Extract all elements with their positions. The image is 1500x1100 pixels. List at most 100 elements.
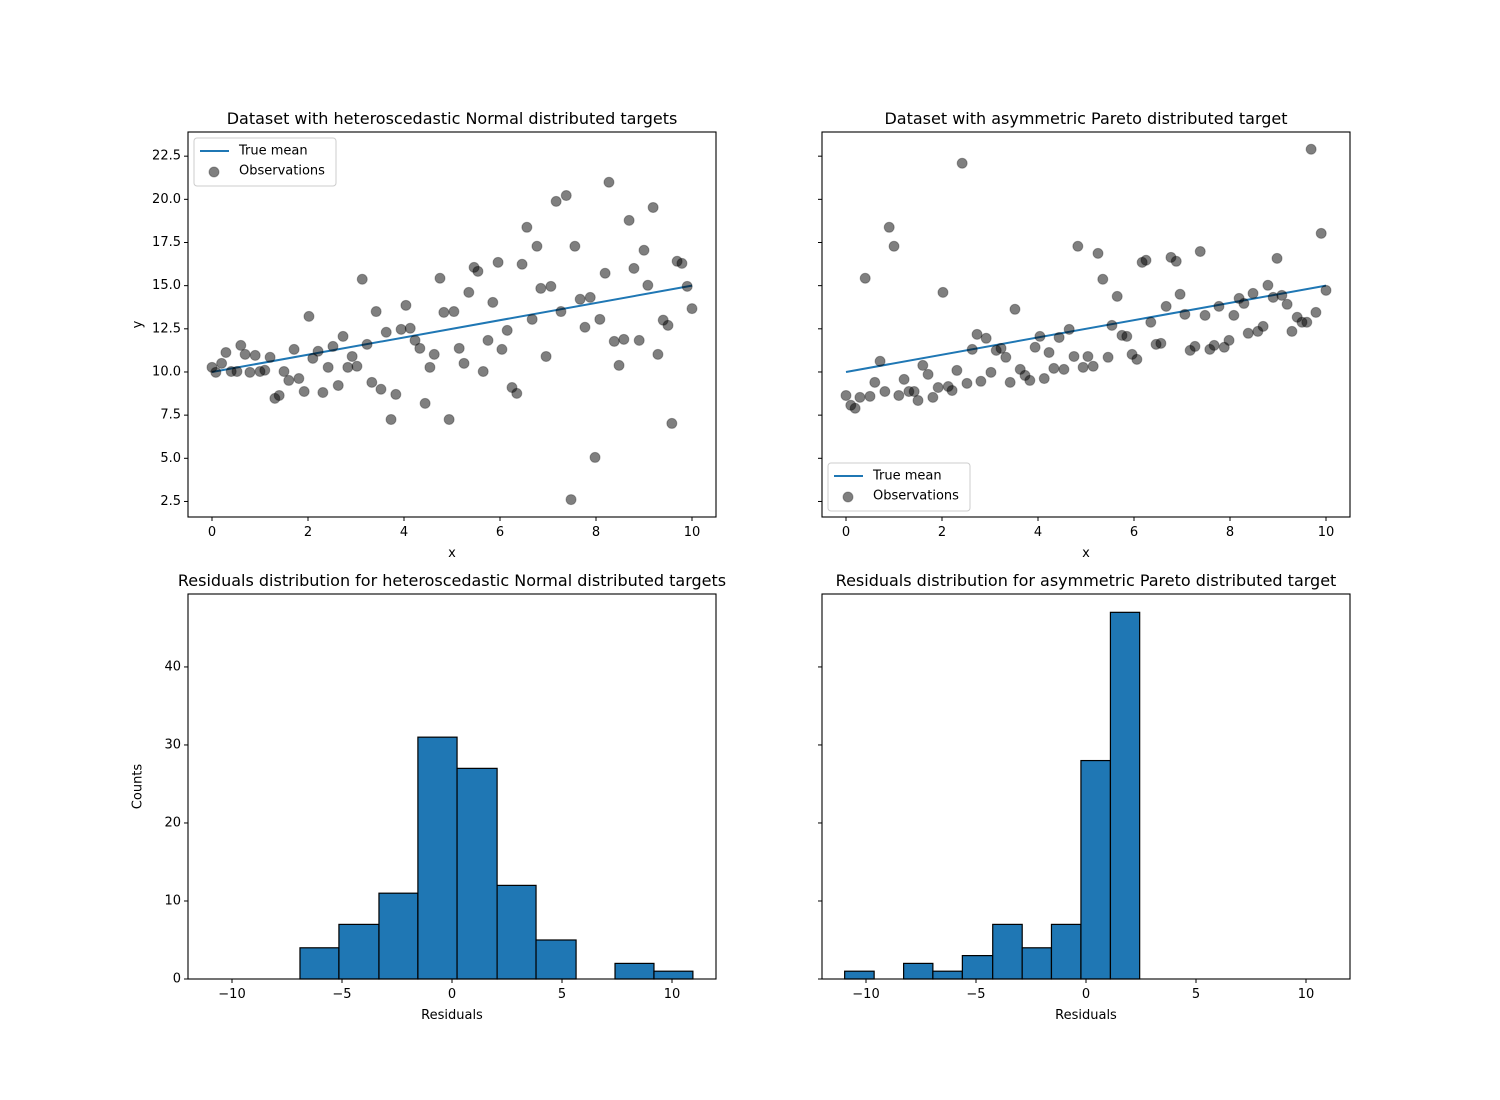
observation-point xyxy=(569,240,581,252)
observation-point xyxy=(1029,341,1041,353)
histogram-bar xyxy=(844,970,875,980)
observation-point xyxy=(312,345,324,357)
observation-point xyxy=(888,240,900,252)
observation-point xyxy=(633,334,645,346)
observation-point xyxy=(579,321,591,333)
observation-point xyxy=(1310,306,1322,318)
observation-point xyxy=(400,299,412,311)
observation-point xyxy=(322,361,334,373)
observation-point xyxy=(628,262,640,274)
observation-point xyxy=(220,346,232,358)
observation-point xyxy=(337,330,349,342)
y-tick-label: 10 xyxy=(164,893,181,908)
x-tick-label: 8 xyxy=(592,525,600,540)
observation-point xyxy=(608,335,620,347)
observation-point xyxy=(235,339,247,351)
observation-point xyxy=(1145,316,1157,328)
observation-point xyxy=(303,310,315,322)
observation-point xyxy=(966,343,978,355)
legend-entry-observations: Observations xyxy=(239,164,325,179)
observation-point xyxy=(849,402,861,414)
observation-point xyxy=(1155,337,1167,349)
histogram-bar xyxy=(456,767,498,980)
observation-point xyxy=(883,221,895,233)
x-tick-label: −5 xyxy=(966,987,985,1002)
x-tick-label: 0 xyxy=(208,525,216,540)
panel-title: Dataset with heteroscedastic Normal dist… xyxy=(227,109,678,128)
observation-point xyxy=(594,313,606,325)
x-tick-label: 4 xyxy=(1034,525,1042,540)
panel-title: Residuals distribution for asymmetric Pa… xyxy=(836,571,1337,590)
observation-point xyxy=(1087,360,1099,372)
observation-point xyxy=(560,190,572,202)
x-axis-label: x xyxy=(448,546,456,561)
observation-point xyxy=(342,361,354,373)
y-tick-label: 0 xyxy=(173,972,181,987)
x-tick-label: 0 xyxy=(842,525,850,540)
observation-point xyxy=(1242,327,1254,339)
observation-point xyxy=(526,313,538,325)
x-tick-label: 0 xyxy=(448,987,456,1002)
observation-point xyxy=(1189,340,1201,352)
observation-point xyxy=(545,280,557,292)
x-tick-label: 10 xyxy=(664,987,681,1002)
histogram-bar xyxy=(378,892,419,980)
observation-point xyxy=(1034,330,1046,342)
observation-point xyxy=(971,328,983,340)
observation-point xyxy=(231,365,243,377)
observation-point xyxy=(492,256,504,268)
observation-point xyxy=(521,221,533,233)
observation-point xyxy=(662,319,674,331)
observation-point xyxy=(249,349,261,361)
legend-entry-true-mean: True mean xyxy=(238,144,308,159)
observation-point xyxy=(666,417,678,429)
y-tick-label: 7.5 xyxy=(160,408,181,423)
observation-point xyxy=(404,322,416,334)
x-axis-label: Residuals xyxy=(1055,1008,1117,1023)
figure: Dataset with heteroscedastic Normal dist… xyxy=(0,0,1500,1100)
observation-point xyxy=(1121,330,1133,342)
histogram-bar xyxy=(535,939,577,980)
observation-point xyxy=(937,286,949,298)
observation-point xyxy=(531,240,543,252)
observation-point xyxy=(589,451,601,463)
observation-point xyxy=(854,391,866,403)
x-tick-label: 6 xyxy=(496,525,504,540)
observation-point xyxy=(516,258,528,270)
y-axis-label: Counts xyxy=(131,764,146,810)
observation-point xyxy=(638,244,650,256)
observation-point xyxy=(1301,316,1313,328)
observation-point xyxy=(216,357,228,369)
y-tick-label: 2.5 xyxy=(160,494,181,509)
observation-point xyxy=(1271,252,1283,264)
observation-point xyxy=(642,279,654,291)
x-tick-label: 5 xyxy=(558,987,566,1002)
observation-point xyxy=(1320,284,1332,296)
x-axis-label: x xyxy=(1082,546,1090,561)
observation-point xyxy=(453,342,465,354)
observation-point xyxy=(985,366,997,378)
observation-point xyxy=(932,382,944,394)
y-tick-label: 10.0 xyxy=(152,364,181,379)
observation-point xyxy=(327,340,339,352)
observation-point xyxy=(1024,374,1036,386)
histogram-bar xyxy=(653,970,694,980)
observation-point xyxy=(264,351,276,363)
y-tick-label: 15.0 xyxy=(152,278,181,293)
histogram-bar xyxy=(614,962,655,980)
panel-title: Residuals distribution for heteroscedast… xyxy=(178,571,726,590)
x-tick-label: 4 xyxy=(400,525,408,540)
observation-point xyxy=(210,366,222,378)
observation-point xyxy=(472,265,484,277)
observation-point xyxy=(1247,287,1259,299)
y-tick-label: 17.5 xyxy=(152,235,181,250)
histogram-bar xyxy=(1050,923,1082,980)
observation-point xyxy=(1072,240,1084,252)
observation-point xyxy=(1208,339,1220,351)
observation-point xyxy=(1038,373,1050,385)
histogram-bar xyxy=(1080,759,1112,980)
observation-point xyxy=(1082,350,1094,362)
observation-point xyxy=(869,376,881,388)
y-tick-label: 12.5 xyxy=(152,321,181,336)
observation-point xyxy=(487,296,499,308)
